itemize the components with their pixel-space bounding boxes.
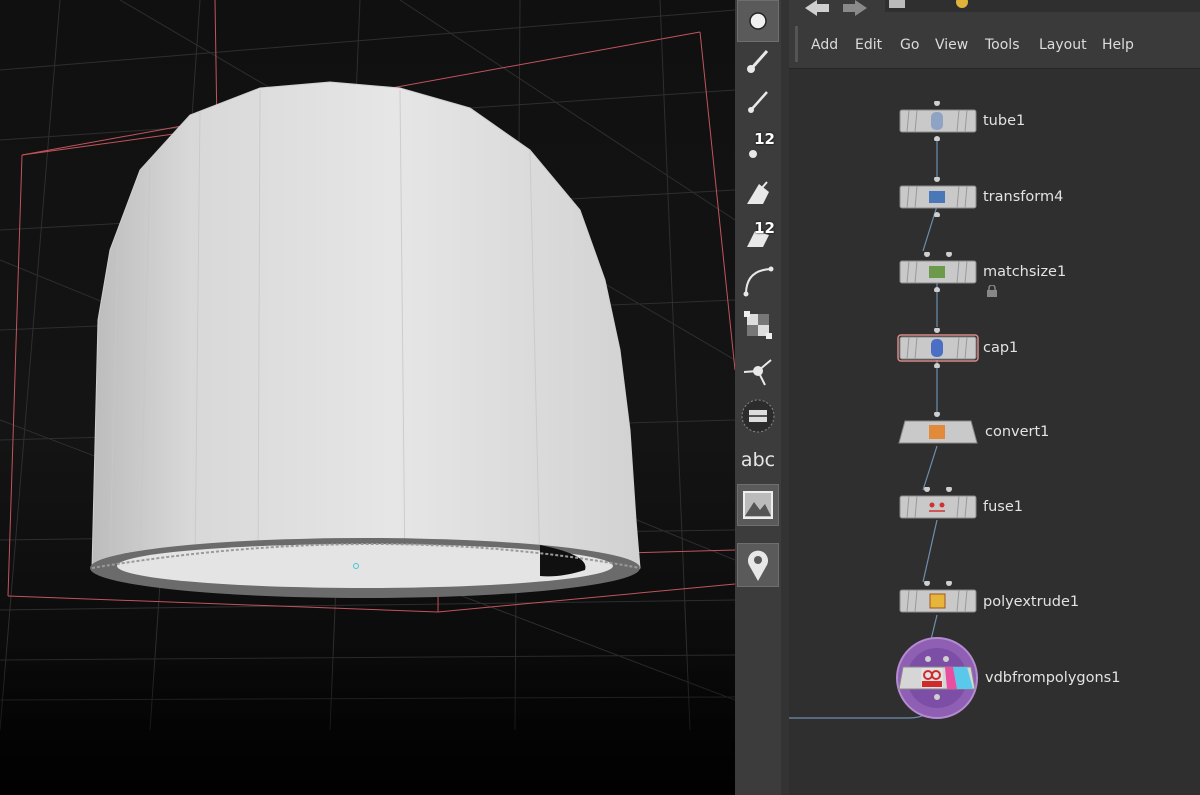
background-image-icon — [743, 491, 773, 519]
node-tube1[interactable] — [899, 100, 979, 145]
handle-tool-button[interactable] — [737, 172, 779, 214]
menu-grip[interactable] — [795, 26, 798, 62]
menu-view[interactable]: View — [935, 37, 968, 53]
node-tube1-label: tube1 — [983, 113, 1026, 129]
record-icon — [741, 399, 775, 433]
convert-icon — [929, 425, 945, 439]
menu-edit[interactable]: Edit — [855, 37, 882, 53]
node-convert1[interactable] — [897, 411, 981, 452]
text-icon: abc — [740, 449, 776, 471]
polyextrude-icon — [929, 593, 946, 609]
node-fuse1-label: fuse1 — [983, 499, 1023, 515]
menu-tools[interactable]: Tools — [985, 37, 1020, 53]
transform-icon — [929, 191, 945, 203]
node-transform4-label: transform4 — [983, 189, 1064, 205]
node-tube1-body — [899, 100, 977, 142]
node-polyextrude1[interactable] — [899, 580, 979, 625]
node-cap1-label: cap1 — [983, 340, 1019, 356]
node-transform4[interactable] — [899, 176, 979, 221]
select-icon — [749, 12, 767, 30]
pen-tool-button[interactable] — [737, 80, 779, 122]
network-icon — [889, 0, 905, 8]
node-vdbfrompolygons1-body — [896, 637, 978, 719]
curve-icon — [743, 266, 774, 297]
tube-icon — [931, 112, 943, 130]
path-bar — [789, 0, 1200, 20]
background-image-button[interactable] — [737, 484, 779, 526]
handle-icon — [747, 181, 769, 204]
point-count-button[interactable]: 12 — [737, 126, 779, 168]
path-bar-graphics — [805, 0, 1200, 16]
cap-icon — [931, 339, 943, 357]
curve-tool-button[interactable] — [737, 260, 779, 302]
node-matchsize1-body — [899, 251, 977, 293]
brush-tool-button[interactable] — [737, 39, 779, 81]
menu-help[interactable]: Help — [1102, 37, 1134, 53]
forward-arrow-icon — [843, 0, 867, 16]
network-editor: Add Edit Go View Tools Layout Help tube1… — [789, 0, 1200, 795]
menu-layout[interactable]: Layout — [1039, 37, 1087, 53]
node-matchsize1[interactable] — [899, 251, 979, 296]
snap-grid-button[interactable] — [737, 304, 779, 346]
node-transform4-body — [899, 176, 977, 218]
face-count-badge: 12 — [754, 219, 775, 237]
viewport-toolbar: 12 12 abc — [735, 0, 782, 795]
node-convert1-body — [898, 411, 978, 444]
brush-icon — [747, 50, 769, 73]
lock-icon — [987, 285, 997, 297]
menu-go[interactable]: Go — [900, 37, 919, 53]
viewport-scene — [0, 0, 735, 795]
location-pin-button[interactable] — [737, 543, 779, 587]
node-convert1-label: convert1 — [985, 424, 1050, 440]
text-tool-button[interactable]: abc — [737, 439, 779, 481]
node-polyextrude1-body — [899, 580, 977, 613]
point-count-badge: 12 — [754, 130, 775, 148]
network-canvas[interactable]: tube1 transform4 matchsize1 cap1 convert… — [789, 69, 1200, 795]
pen-icon — [748, 91, 768, 113]
node-vdbfrompolygons1[interactable] — [895, 637, 981, 723]
node-fuse1[interactable] — [899, 486, 979, 531]
node-polyextrude1-label: polyextrude1 — [983, 594, 1080, 610]
menu-add[interactable]: Add — [811, 37, 838, 53]
dome-geometry — [90, 81, 641, 598]
select-tool-button[interactable] — [737, 0, 779, 42]
node-cap1[interactable] — [897, 327, 981, 372]
face-count-button[interactable]: 12 — [737, 215, 779, 257]
node-vdbfrompolygons1-label: vdbfrompolygons1 — [985, 670, 1121, 686]
back-arrow-icon — [805, 0, 829, 16]
snap-grid-icon — [744, 311, 772, 339]
node-fuse1-body — [899, 486, 977, 519]
viewport[interactable] — [0, 0, 735, 795]
node-cap1-body — [897, 327, 979, 369]
menu-bar: Add Edit Go View Tools Layout Help — [789, 20, 1200, 69]
record-button[interactable] — [737, 395, 779, 437]
transform-gizmo-button[interactable] — [737, 350, 779, 392]
transform-gizmo-icon — [743, 359, 772, 386]
node-matchsize1-label: matchsize1 — [983, 264, 1067, 280]
matchsize-icon — [929, 266, 945, 278]
location-pin-icon — [748, 550, 768, 581]
